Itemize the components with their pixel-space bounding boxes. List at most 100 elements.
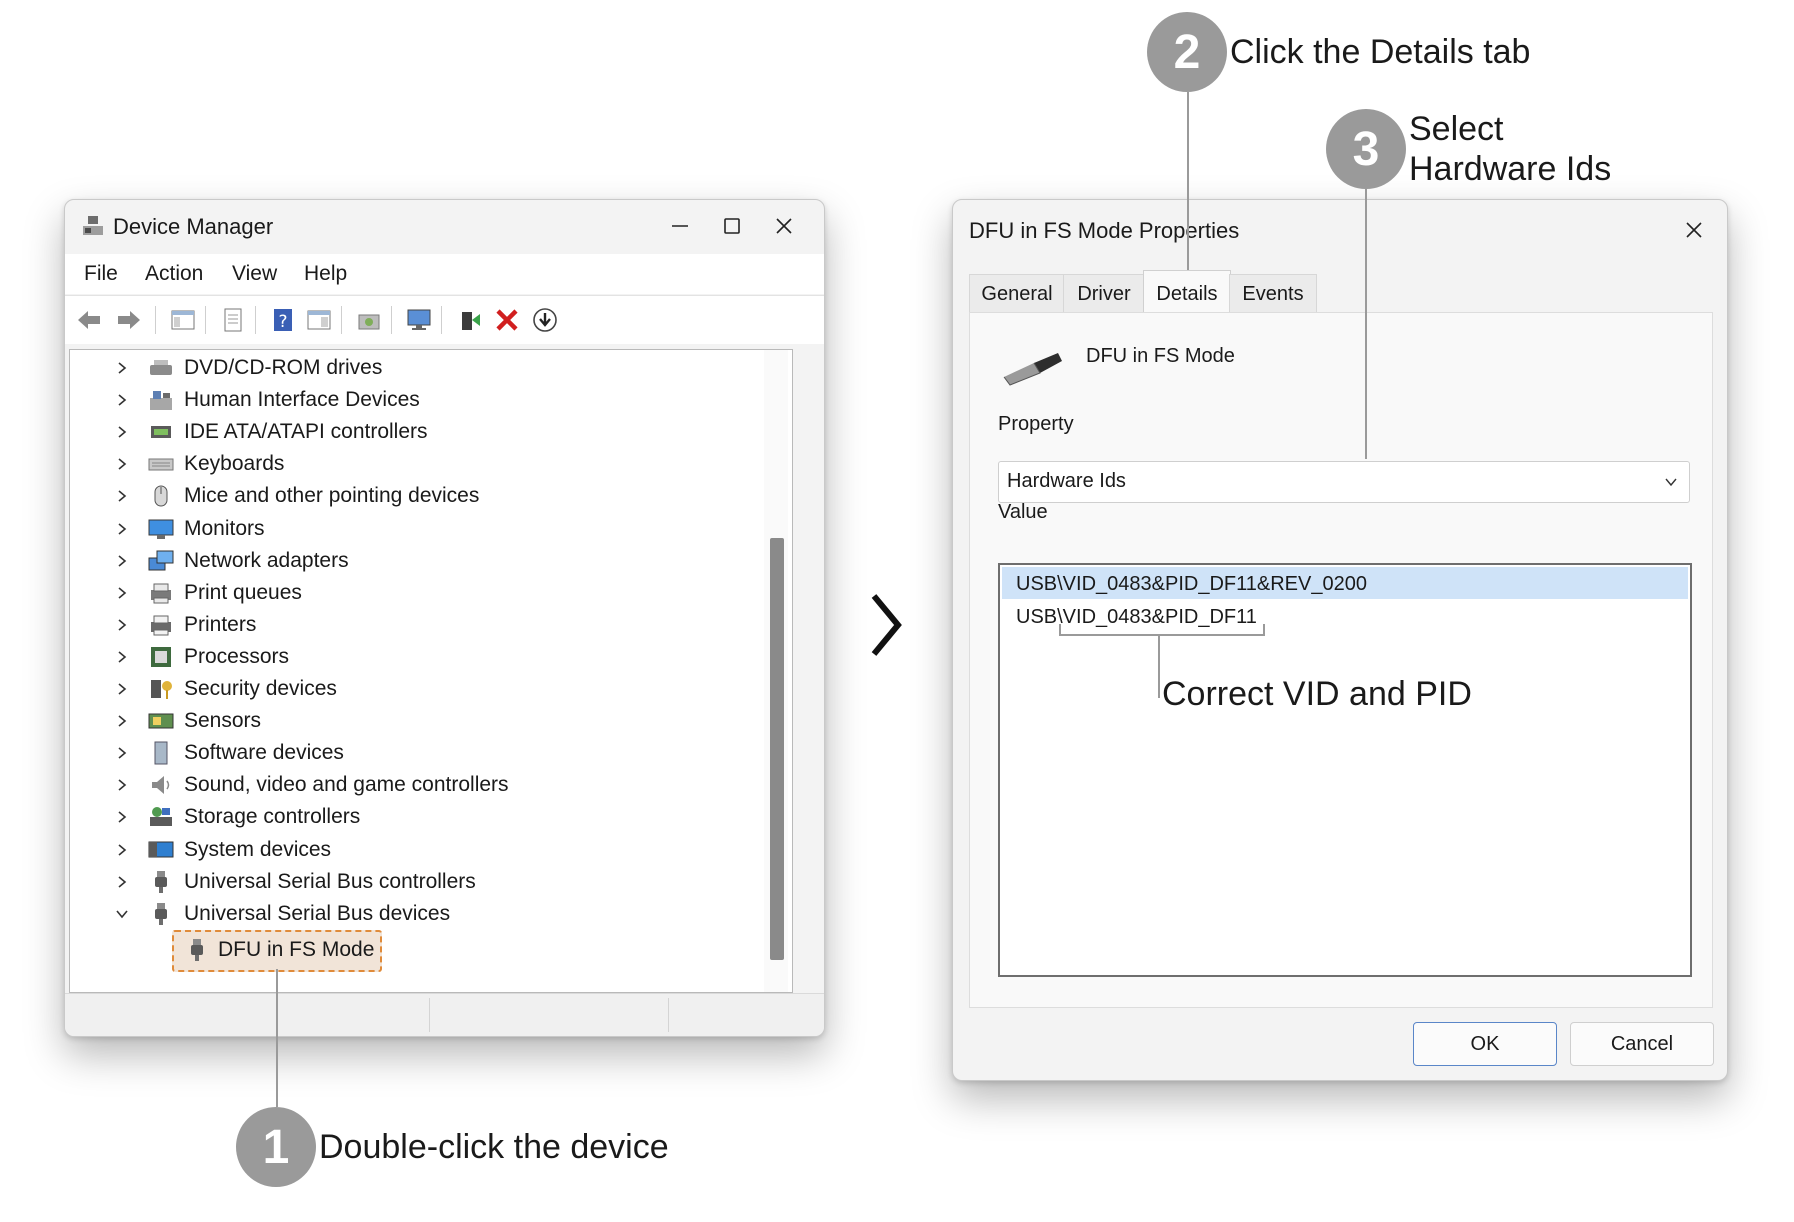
console-tree-icon [171, 310, 195, 330]
menu-help[interactable]: Help [304, 262, 347, 286]
tab-events[interactable]: Events [1229, 274, 1317, 313]
chevron-right-icon[interactable] [112, 679, 132, 699]
chevron-right-icon[interactable] [112, 551, 132, 571]
close-button[interactable] [759, 206, 809, 246]
chevron-right-icon[interactable] [112, 775, 132, 795]
maximize-icon [724, 218, 740, 234]
tree-category-human-interface-devices[interactable]: Human Interface Devices [70, 384, 710, 416]
tree-item-dfu-in-fs-mode[interactable]: DFU in FS Mode [172, 930, 382, 972]
chevron-right-icon[interactable] [112, 390, 132, 410]
minimize-icon [672, 225, 688, 227]
device-manager-window: Device Manager File Action View Help ? U… [64, 199, 825, 1037]
close-icon [1686, 222, 1702, 238]
tree-category-security-devices[interactable]: Security devices [70, 673, 710, 705]
minimize-button[interactable] [655, 206, 705, 246]
status-bar [65, 993, 824, 1036]
chevron-down-icon[interactable] [112, 904, 132, 924]
back-button[interactable] [75, 306, 103, 334]
enable-device-button[interactable] [531, 306, 559, 334]
tree-category-storage-controllers[interactable]: Storage controllers [70, 801, 710, 833]
step-1-badge: 1 [236, 1107, 316, 1187]
tree-category-mice-and-other-pointing-devices[interactable]: Mice and other pointing devices [70, 480, 710, 512]
menu-bar: File Action View Help [65, 254, 824, 294]
tree-category-universal-serial-bus-controllers[interactable]: Universal Serial Bus controllers [70, 866, 710, 898]
chevron-right-icon[interactable] [112, 840, 132, 860]
step-3-badge: 3 [1326, 109, 1406, 189]
chevron-right-icon[interactable] [112, 358, 132, 378]
tree-category-dvd-cd-rom-drives[interactable]: DVD/CD-ROM drives [70, 352, 710, 384]
chevron-right-icon[interactable] [112, 519, 132, 539]
tree-category-label: Print queues [184, 580, 302, 604]
vertical-scrollbar[interactable] [764, 350, 788, 992]
menu-view[interactable]: View [232, 262, 277, 286]
value-list-item[interactable]: USB\VID_0483&PID_DF11&REV_0200 [1002, 567, 1688, 599]
chevron-right-icon[interactable] [112, 454, 132, 474]
keyboard-icon [148, 458, 174, 471]
update-driver-button[interactable] [455, 306, 483, 334]
step-3-callout-line1: Select [1409, 110, 1504, 148]
back-arrow-icon [78, 311, 100, 329]
chevron-right-icon[interactable] [112, 743, 132, 763]
download-circle-icon [533, 308, 557, 332]
action-pane-button[interactable] [305, 306, 333, 334]
printer-icon [151, 615, 171, 636]
tree-category-keyboards[interactable]: Keyboards [70, 448, 710, 480]
tree-category-system-devices[interactable]: System devices [70, 834, 710, 866]
tree-category-sensors[interactable]: Sensors [70, 705, 710, 737]
tab-strip: General Driver Details Events [969, 270, 1711, 317]
properties-button[interactable] [219, 306, 247, 334]
cancel-button[interactable]: Cancel [1570, 1022, 1714, 1066]
uninstall-device-button[interactable] [493, 306, 521, 334]
chevron-right-icon[interactable] [112, 647, 132, 667]
close-icon [776, 218, 792, 234]
tree-category-label: DVD/CD-ROM drives [184, 356, 383, 379]
chevron-right-icon[interactable] [112, 615, 132, 635]
scan-hardware-changes-button[interactable] [355, 306, 383, 334]
tree-category-monitors[interactable]: Monitors [70, 513, 710, 545]
show-hide-console-tree-button[interactable] [169, 306, 197, 334]
dialog-title: DFU in FS Mode Properties [969, 218, 1240, 243]
chevron-right-icon[interactable] [112, 422, 132, 442]
tree-category-print-queues[interactable]: Print queues [70, 577, 710, 609]
chevron-right-icon[interactable] [112, 872, 132, 892]
ok-button[interactable]: OK [1413, 1022, 1557, 1066]
maximize-button[interactable] [707, 206, 757, 246]
menu-file[interactable]: File [84, 262, 118, 286]
network-adapter-icon [148, 550, 174, 571]
monitor-view-button[interactable] [405, 306, 433, 334]
dialog-close-button[interactable] [1669, 210, 1719, 250]
help-button[interactable]: ? [269, 306, 297, 334]
tab-general[interactable]: General [969, 274, 1065, 313]
step-2-callout: Click the Details tab [1230, 33, 1531, 71]
properties-sheet-icon [224, 308, 242, 332]
toolbar-separator [441, 306, 442, 334]
tree-category-network-adapters[interactable]: Network adapters [70, 545, 710, 577]
tree-category-ide-ata-atapi-controllers[interactable]: IDE ATA/ATAPI controllers [70, 416, 710, 448]
chevron-right-icon[interactable] [112, 711, 132, 731]
chevron-right-icon[interactable] [112, 486, 132, 506]
device-name: DFU in FS Mode [1086, 345, 1235, 367]
storage-controller-icon [150, 807, 172, 827]
vid-pid-bracket [1059, 624, 1265, 636]
menu-action[interactable]: Action [145, 262, 203, 286]
tree-category-sound-video-and-game-controllers[interactable]: Sound, video and game controllers [70, 769, 710, 801]
usb-device-icon [1003, 353, 1062, 386]
toolbar-separator [155, 306, 156, 334]
tree-category-printers[interactable]: Printers [70, 609, 710, 641]
property-dropdown[interactable]: Hardware Ids [998, 461, 1690, 503]
tree-category-processors[interactable]: Processors [70, 641, 710, 673]
sensor-icon [148, 713, 174, 729]
tree-category-label: Monitors [184, 516, 265, 540]
forward-button[interactable] [115, 306, 143, 334]
tree-category-software-devices[interactable]: Software devices [70, 737, 710, 769]
chevron-right-icon[interactable] [112, 583, 132, 603]
tree-category-label: Processors [184, 644, 290, 668]
dvd-drive-icon [150, 360, 172, 375]
tab-details[interactable]: Details [1143, 270, 1231, 317]
callout-line [1158, 634, 1160, 698]
tab-driver[interactable]: Driver [1063, 274, 1145, 313]
chevron-right-icon[interactable] [112, 807, 132, 827]
value-label: Value [998, 501, 1048, 523]
scrollbar-thumb[interactable] [770, 538, 784, 960]
tree-category-universal-serial-bus-devices[interactable]: Universal Serial Bus devices [70, 898, 710, 930]
